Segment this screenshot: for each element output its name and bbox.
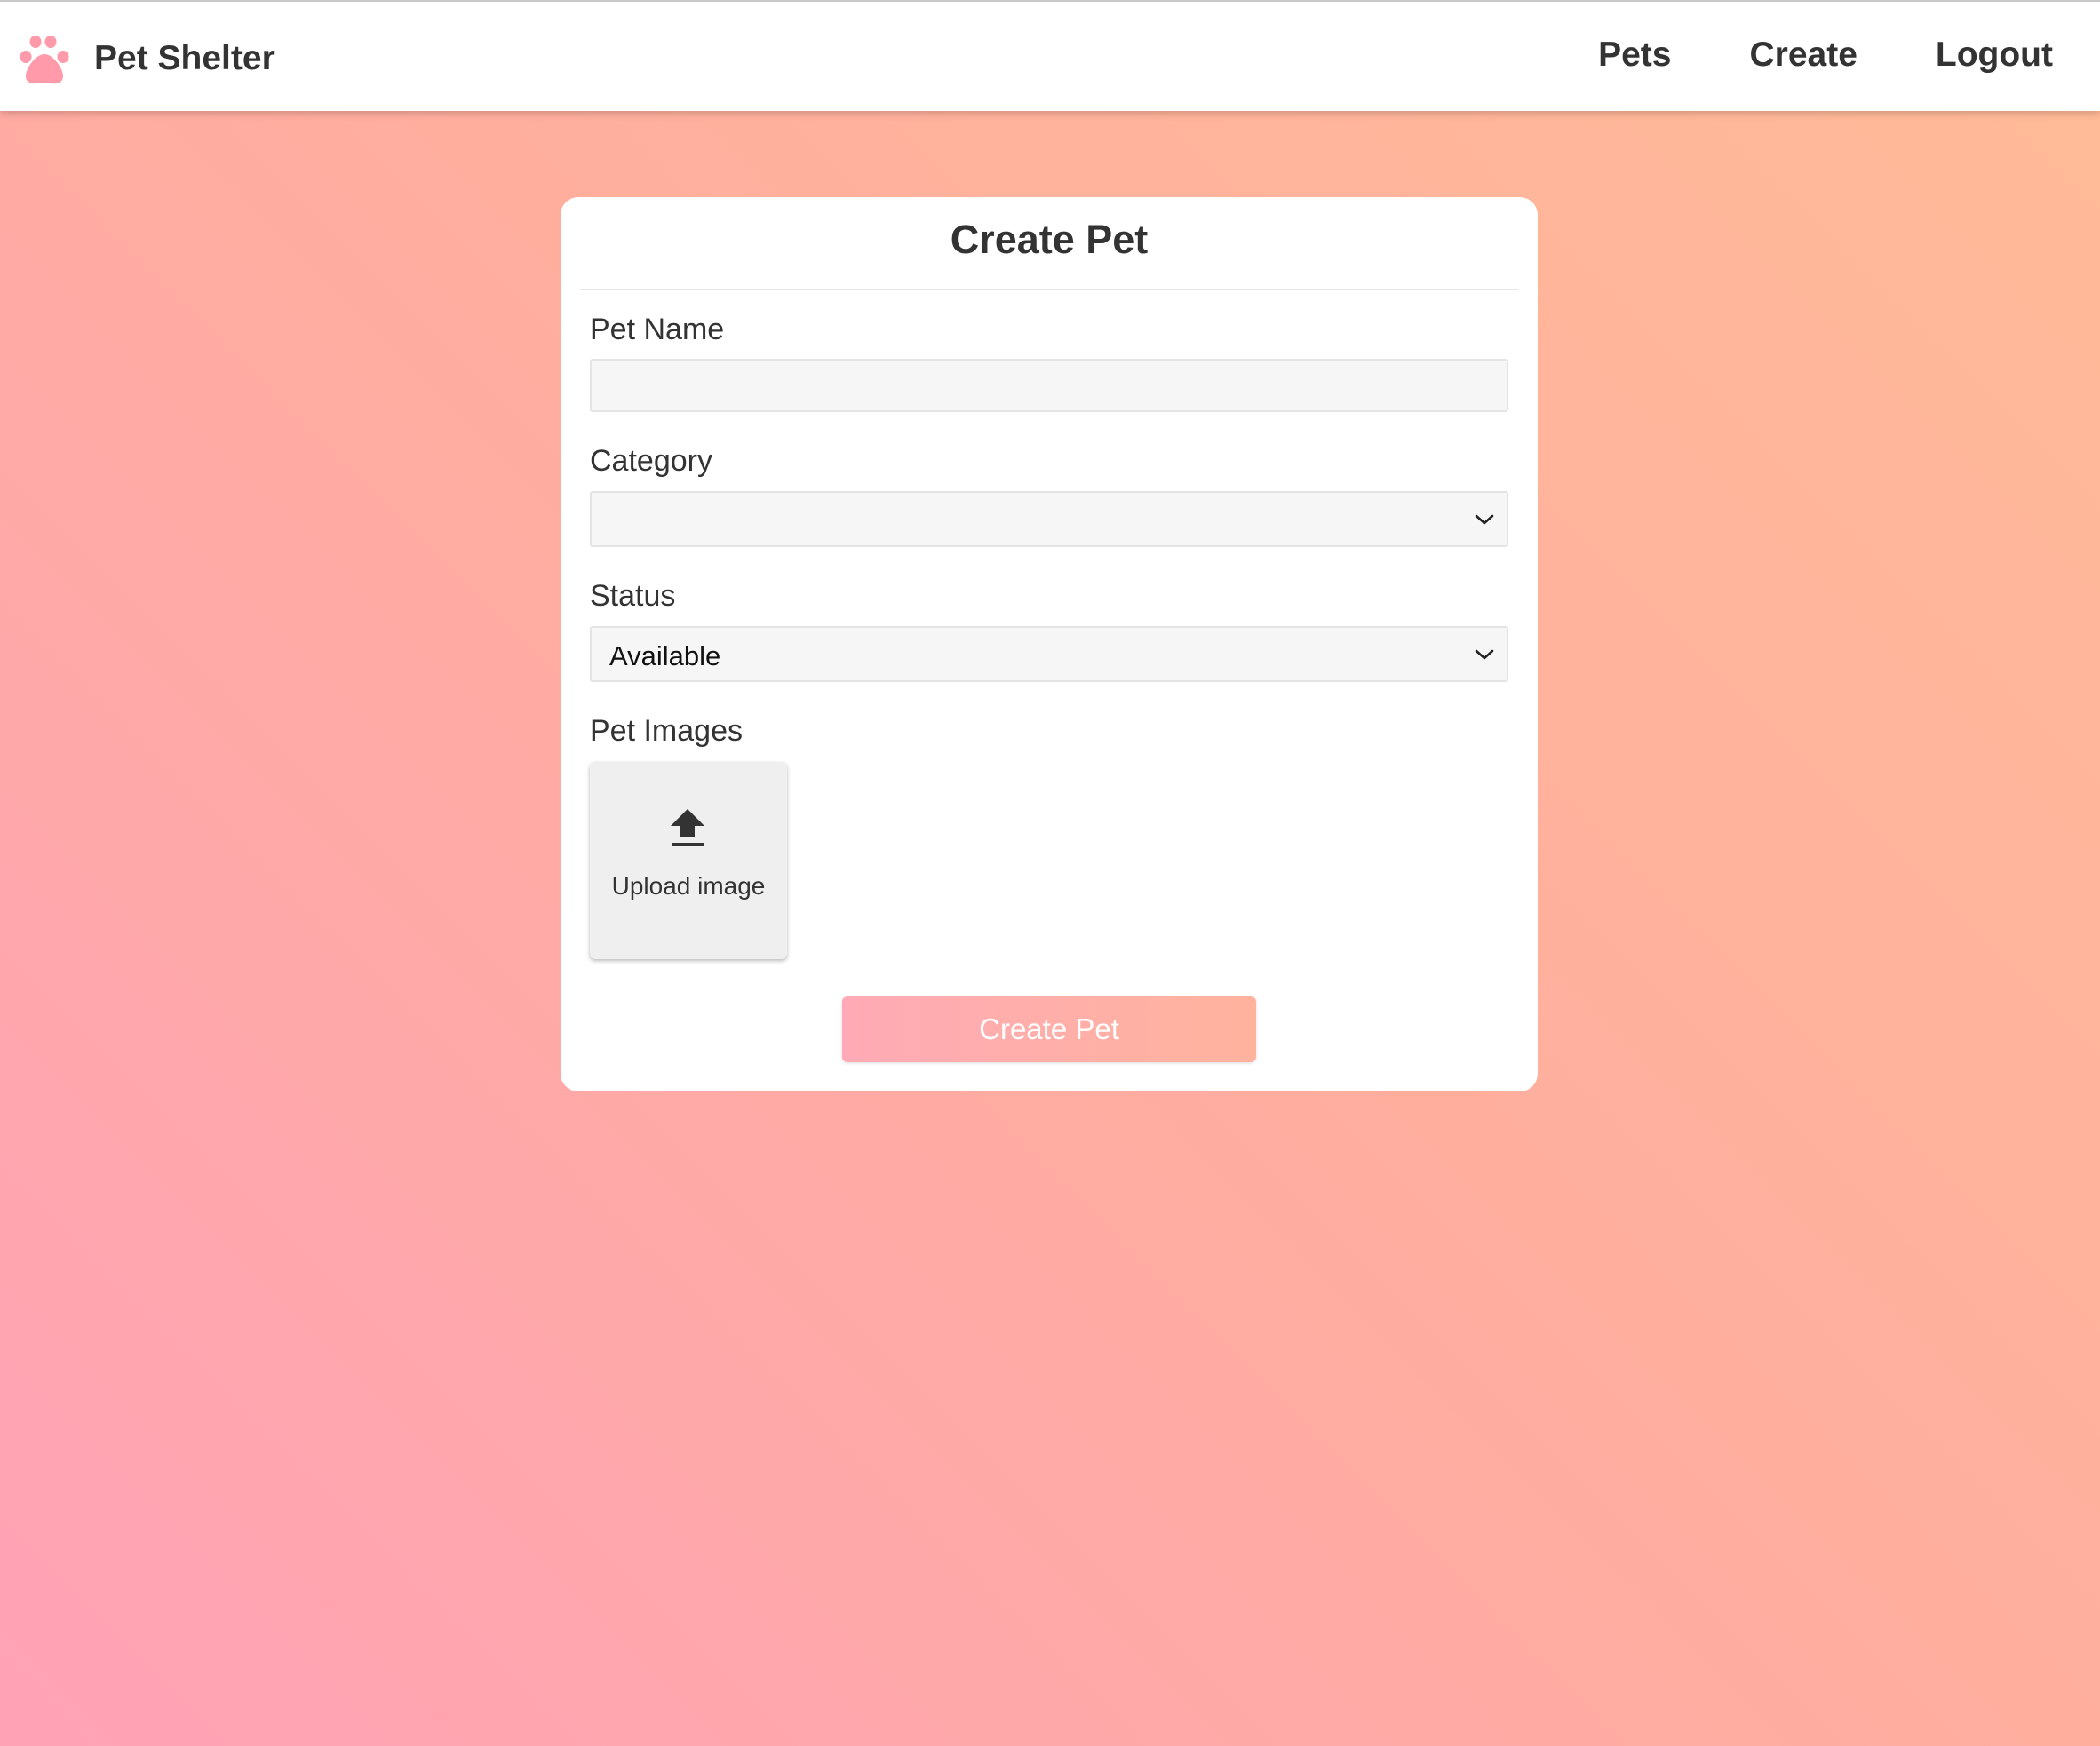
status-label: Status [590,579,676,613]
top-navbar: Pet Shelter Pets Create Logout [0,0,2100,111]
status-value: Available [609,640,721,671]
upload-image-button[interactable]: Upload image [590,762,787,959]
nav-link-create[interactable]: Create [1749,36,1857,75]
pet-images-label: Pet Images [590,714,743,748]
paw-icon [20,36,69,84]
card-title: Create Pet [950,217,1149,262]
nav-links: Pets Create Logout [1598,36,2053,75]
brand-name: Pet Shelter [94,39,275,77]
brand[interactable]: Pet Shelter [18,34,275,84]
category-label: Category [590,444,712,478]
create-pet-button[interactable]: Create Pet [842,996,1256,1062]
pet-name-label: Pet Name [590,313,725,346]
upload-icon [671,809,704,846]
nav-link-logout[interactable]: Logout [1936,36,2053,75]
card-divider [580,289,1518,290]
status-select[interactable]: Available [590,626,1508,682]
pet-name-input[interactable] [590,359,1508,412]
upload-image-label: Upload image [611,872,766,900]
nav-link-pets[interactable]: Pets [1598,36,1671,75]
category-select[interactable] [590,491,1508,547]
chevron-down-icon [1475,514,1494,524]
create-pet-card: Create Pet Pet Name Category Status Avai… [561,197,1538,1091]
chevron-down-icon [1475,649,1494,659]
